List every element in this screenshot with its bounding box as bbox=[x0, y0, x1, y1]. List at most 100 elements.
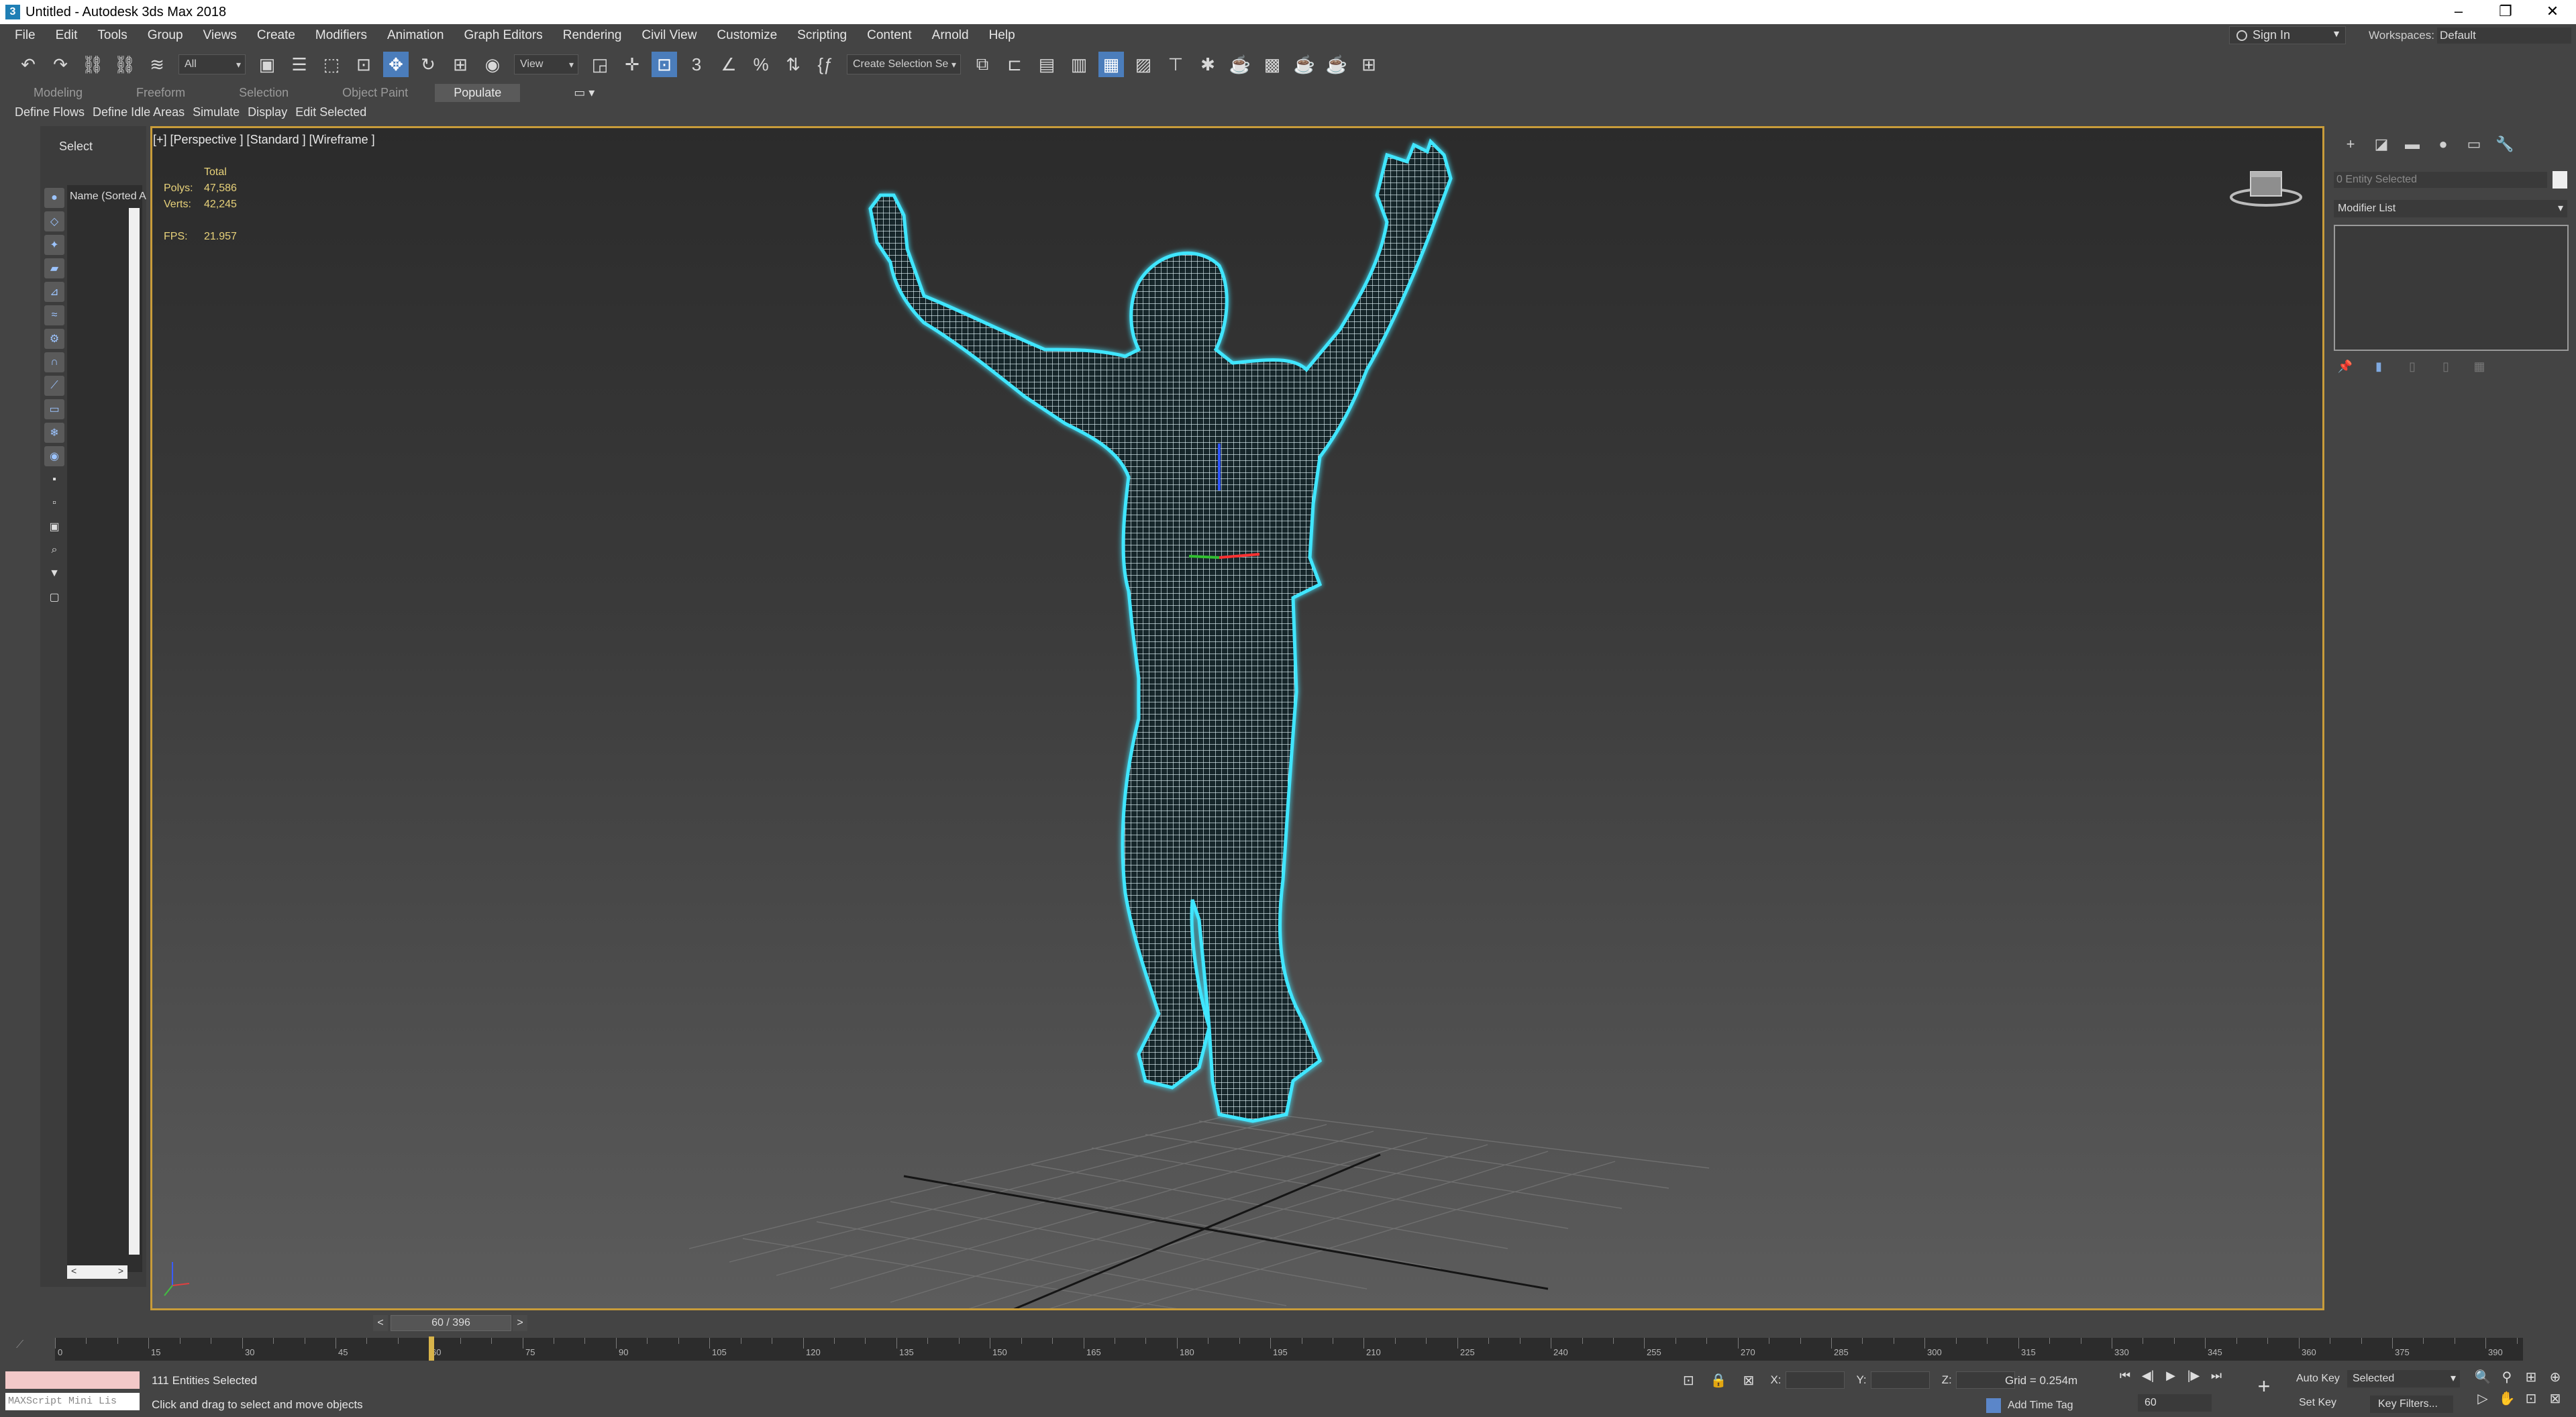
invert-display-icon[interactable]: ▣ bbox=[44, 517, 64, 537]
hierarchy-tab-icon[interactable]: ▬ bbox=[2397, 136, 2428, 158]
edit-selected-button[interactable]: Edit Selected bbox=[295, 105, 366, 119]
y-coordinate-field[interactable] bbox=[1870, 1371, 1930, 1389]
percent-snap-icon[interactable]: % bbox=[748, 52, 774, 77]
define-flows-button[interactable]: Define Flows bbox=[15, 105, 85, 119]
display-xrefs-icon[interactable]: ∩ bbox=[44, 352, 64, 372]
display-containers-icon[interactable]: ▭ bbox=[44, 399, 64, 419]
render-production-icon[interactable]: ☕ bbox=[1292, 52, 1317, 77]
bind-spacewarp-icon[interactable]: ≋ bbox=[144, 52, 170, 77]
key-filters-button[interactable]: Key Filters... bbox=[2370, 1396, 2453, 1413]
display-groups-icon[interactable]: ⚙ bbox=[44, 329, 64, 349]
edit-named-selection-icon[interactable]: {ƒ bbox=[813, 52, 838, 77]
previous-frame-icon[interactable]: ◀| bbox=[2136, 1369, 2159, 1387]
go-to-start-icon[interactable]: ⏮ bbox=[2114, 1369, 2136, 1387]
x-coordinate-field[interactable] bbox=[1785, 1371, 1845, 1389]
maxscript-listener-field[interactable] bbox=[5, 1371, 140, 1389]
menu-scripting[interactable]: Scripting bbox=[787, 28, 857, 43]
menu-rendering[interactable]: Rendering bbox=[553, 28, 632, 43]
tab-populate[interactable]: Populate bbox=[435, 83, 521, 102]
unlink-icon[interactable]: ⛓ bbox=[112, 52, 138, 77]
make-unique-icon[interactable]: ▯ bbox=[2404, 360, 2421, 377]
zoom-extents-all-icon[interactable]: ⊕ bbox=[2543, 1369, 2567, 1390]
spinner-snap-icon[interactable]: ⇅ bbox=[780, 52, 806, 77]
filter-icon[interactable]: ▼ bbox=[44, 564, 64, 584]
viewport-label-menu[interactable]: [+] [Perspective ] [Standard ] [Wirefram… bbox=[153, 133, 375, 147]
restore-icon[interactable]: ❐ bbox=[2482, 0, 2529, 24]
maximize-viewport-icon[interactable]: ⊠ bbox=[2543, 1390, 2567, 1412]
toggle-ribbon-icon[interactable]: ▦ bbox=[1098, 52, 1124, 77]
display-geometry-icon[interactable]: ● bbox=[44, 188, 64, 208]
display-helpers-icon[interactable]: ⊿ bbox=[44, 282, 64, 302]
selection-filter-dropdown[interactable]: All bbox=[178, 54, 246, 74]
tab-freeform[interactable]: Freeform bbox=[136, 86, 185, 100]
object-name-field[interactable]: 0 Entity Selected bbox=[2334, 172, 2547, 188]
close-icon[interactable]: ✕ bbox=[2529, 0, 2576, 24]
tab-modeling[interactable]: Modeling bbox=[34, 86, 83, 100]
select-and-manipulate-icon[interactable]: ✛ bbox=[619, 52, 645, 77]
redo-icon[interactable]: ↷ bbox=[48, 52, 73, 77]
display-none-icon[interactable]: ▫ bbox=[44, 493, 64, 513]
zoom-icon[interactable]: 🔍 bbox=[2471, 1369, 2495, 1390]
pivot-center-icon[interactable]: ◲ bbox=[587, 52, 613, 77]
go-to-end-icon[interactable]: ⏭ bbox=[2205, 1369, 2228, 1387]
maxscript-mini-listener[interactable]: MAXScript Mini Lis bbox=[5, 1393, 140, 1410]
auto-key-button[interactable]: Auto Key bbox=[2296, 1373, 2340, 1385]
pan-icon[interactable]: ✋ bbox=[2495, 1390, 2519, 1412]
zoom-all-icon[interactable]: ⚲ bbox=[2495, 1369, 2519, 1390]
utilities-tab-icon[interactable]: 🔧 bbox=[2489, 136, 2520, 158]
find-icon[interactable]: ⌕ bbox=[44, 540, 64, 560]
sign-in-button[interactable]: Sign In ▼ bbox=[2229, 26, 2346, 44]
scroll-right-icon[interactable]: > bbox=[118, 1265, 123, 1279]
menu-views[interactable]: Views bbox=[193, 28, 247, 43]
key-selection-set-dropdown[interactable]: Selected bbox=[2347, 1370, 2460, 1387]
time-slider-thumb[interactable]: 60 / 396 bbox=[391, 1315, 511, 1331]
display-all-icon[interactable]: ▪ bbox=[44, 470, 64, 490]
display-tab-icon[interactable]: ▭ bbox=[2459, 136, 2489, 158]
field-of-view-icon[interactable]: ▷ bbox=[2471, 1390, 2495, 1412]
select-and-place-icon[interactable]: ◉ bbox=[480, 52, 505, 77]
display-bones-icon[interactable]: ⟋ bbox=[44, 376, 64, 396]
zoom-extents-icon[interactable]: ⊞ bbox=[2519, 1369, 2543, 1390]
name-column-header[interactable]: Name (Sorted A bbox=[70, 191, 146, 203]
material-editor-icon[interactable]: ✱ bbox=[1195, 52, 1221, 77]
minimize-icon[interactable]: – bbox=[2435, 0, 2482, 24]
play-icon[interactable]: ▶ bbox=[2159, 1369, 2182, 1387]
menu-arnold[interactable]: Arnold bbox=[922, 28, 979, 43]
rendered-frame-window-icon[interactable]: ▩ bbox=[1259, 52, 1285, 77]
configure-modifier-sets-icon[interactable]: ▦ bbox=[2471, 360, 2488, 377]
set-key-button[interactable]: Set Key bbox=[2299, 1397, 2336, 1409]
current-frame-field[interactable]: 60 bbox=[2138, 1394, 2212, 1412]
absolute-mode-icon[interactable]: ⊠ bbox=[1743, 1372, 1755, 1389]
menu-animation[interactable]: Animation bbox=[377, 28, 454, 43]
orbit-icon[interactable]: ⊡ bbox=[2519, 1390, 2543, 1412]
display-lights-icon[interactable]: ✦ bbox=[44, 235, 64, 255]
menu-edit[interactable]: Edit bbox=[46, 28, 88, 43]
angle-snap-icon[interactable]: ∠ bbox=[716, 52, 741, 77]
align-icon[interactable]: ⊏ bbox=[1002, 52, 1027, 77]
lock-selection-icon[interactable]: 🔒 bbox=[1710, 1372, 1727, 1389]
show-end-result-icon[interactable]: ▮ bbox=[2370, 360, 2387, 377]
reference-coordinate-dropdown[interactable]: View bbox=[514, 54, 578, 74]
previous-frame-button[interactable]: < bbox=[373, 1315, 388, 1331]
menu-graph-editors[interactable]: Graph Editors bbox=[454, 28, 553, 43]
select-object-icon[interactable]: ▣ bbox=[254, 52, 280, 77]
mini-curve-editor-icon[interactable]: ⟋ bbox=[16, 1339, 43, 1358]
toggle-scene-explorer-icon[interactable]: ▥ bbox=[1066, 52, 1092, 77]
next-frame-button[interactable]: > bbox=[513, 1315, 527, 1331]
menu-file[interactable]: File bbox=[0, 28, 46, 43]
menu-tools[interactable]: Tools bbox=[87, 28, 137, 43]
select-and-scale-icon[interactable]: ⊞ bbox=[448, 52, 473, 77]
menu-civil-view[interactable]: Civil View bbox=[631, 28, 707, 43]
mirror-icon[interactable]: ⧉ bbox=[970, 52, 995, 77]
window-crossing-icon[interactable]: ⊡ bbox=[351, 52, 376, 77]
display-cameras-icon[interactable]: ▰ bbox=[44, 258, 64, 278]
select-by-name-icon[interactable]: ☰ bbox=[287, 52, 312, 77]
next-frame-icon[interactable]: |▶ bbox=[2182, 1369, 2205, 1387]
workspaces-dropdown[interactable]: Default bbox=[2437, 28, 2571, 44]
select-and-move-icon[interactable]: ✥ bbox=[383, 52, 409, 77]
display-shapes-icon[interactable]: ◇ bbox=[44, 211, 64, 231]
curve-editor-icon[interactable]: ▨ bbox=[1131, 52, 1156, 77]
display-frozen-icon[interactable]: ❄ bbox=[44, 423, 64, 443]
menu-create[interactable]: Create bbox=[247, 28, 305, 43]
layer-explorer-icon[interactable]: ▤ bbox=[1034, 52, 1060, 77]
